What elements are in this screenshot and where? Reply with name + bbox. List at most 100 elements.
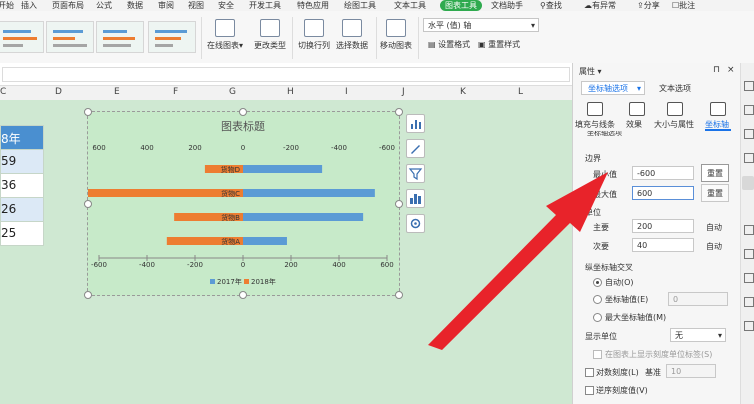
properties-tool-active[interactable]	[742, 176, 754, 190]
minor-auto[interactable]: 自动	[706, 241, 722, 252]
radio-axis-value[interactable]	[593, 295, 602, 304]
menu-data[interactable]: 数据	[127, 0, 143, 11]
reverse-label[interactable]: 逆序刻度值(V)	[596, 385, 648, 396]
chart-filter-tool[interactable]	[406, 164, 425, 183]
column-header-j[interactable]: J	[402, 87, 405, 97]
menu-search[interactable]: ⚲查找	[540, 0, 562, 11]
show-unit-label-text[interactable]: 在图表上显示刻度单位标签(S)	[605, 349, 712, 360]
menu-page-layout[interactable]: 页面布局	[52, 0, 84, 11]
menu-chart-tools[interactable]: 图表工具	[440, 0, 482, 11]
column-header-f[interactable]: F	[173, 87, 178, 97]
cell-c-row1[interactable]: 59	[0, 149, 44, 174]
menu-insert[interactable]: 插入	[21, 0, 37, 11]
help-tool-icon[interactable]	[744, 273, 754, 283]
log-scale-checkbox[interactable]	[585, 368, 594, 377]
display-unit-select[interactable]: 无 ▾	[670, 328, 726, 342]
radio-max-axis[interactable]	[593, 313, 602, 322]
resize-handle-br[interactable]	[395, 291, 403, 299]
chart-style-3[interactable]	[96, 21, 144, 53]
major-auto[interactable]: 自动	[706, 222, 722, 233]
menu-view[interactable]: 视图	[188, 0, 204, 11]
menu-features[interactable]: 特色应用	[297, 0, 329, 11]
column-header-h[interactable]: H	[287, 87, 294, 97]
menu-text-tools[interactable]: 文本工具	[394, 0, 426, 11]
show-unit-label-checkbox[interactable]	[593, 350, 602, 359]
axis-icon[interactable]	[710, 102, 726, 116]
min-input[interactable]: -600	[632, 166, 694, 180]
menu-exception[interactable]: ☁有异常	[584, 0, 616, 11]
switch-rowcol-button[interactable]: 切换行列	[298, 19, 330, 51]
chart-settings-tool[interactable]	[406, 214, 425, 233]
chart-style-tool[interactable]	[406, 139, 425, 158]
column-header-k[interactable]: K	[460, 87, 466, 97]
max-reset-button[interactable]: 重置	[701, 184, 729, 202]
effects-icon[interactable]	[629, 102, 645, 116]
image-tool-icon[interactable]	[744, 129, 754, 139]
menu-home[interactable]: 开始	[0, 0, 14, 11]
reverse-checkbox[interactable]	[585, 386, 594, 395]
resize-handle-tl[interactable]	[84, 108, 92, 116]
radio-axis-value-label[interactable]: 坐标轴值(E)	[605, 294, 648, 305]
cell-c-row3[interactable]: 26	[0, 197, 44, 222]
fill-line-icon[interactable]	[587, 102, 603, 116]
chart-elements-tool[interactable]	[406, 114, 425, 133]
menu-security[interactable]: 安全	[218, 0, 234, 11]
cell-c-header[interactable]: 8年	[0, 125, 44, 150]
major-input[interactable]: 200	[632, 219, 694, 233]
chart-style-1[interactable]	[0, 21, 44, 53]
menu-review[interactable]: 审阅	[158, 0, 174, 11]
move-chart-button[interactable]: 移动图表	[380, 19, 412, 51]
select-data-button[interactable]: 选择数据	[336, 19, 368, 51]
pin-icon[interactable]: ⊓	[713, 65, 720, 75]
tab-axis-options[interactable]: 坐标轴选项 ▾	[581, 81, 645, 95]
size-properties-icon[interactable]	[667, 102, 683, 116]
log-scale-label[interactable]: 对数刻度(L)	[596, 367, 639, 378]
resize-handle-bl[interactable]	[84, 291, 92, 299]
base-input[interactable]: 10	[666, 364, 716, 378]
change-type-button[interactable]: 更改类型	[254, 19, 286, 51]
cell-c-row4[interactable]: 25	[0, 221, 44, 246]
chart-quick-layout-tool[interactable]	[406, 189, 425, 208]
cursor-tool-icon[interactable]	[744, 81, 754, 91]
formula-input[interactable]	[2, 67, 570, 82]
more-tool-icon[interactable]	[744, 321, 754, 331]
shape-tool-icon[interactable]	[744, 105, 754, 115]
set-format-button[interactable]: ▤ 设置格式	[428, 39, 470, 50]
max-input[interactable]: 600	[632, 186, 694, 200]
settings-tool-icon[interactable]	[744, 249, 754, 259]
reset-style-button[interactable]: ▣ 重置样式	[478, 39, 520, 50]
resize-handle-r[interactable]	[395, 200, 403, 208]
resize-handle-tr[interactable]	[395, 108, 403, 116]
menu-doc-assistant[interactable]: 文档助手	[491, 0, 523, 11]
axis-value-input[interactable]: 0	[668, 292, 728, 306]
radio-auto[interactable]	[593, 278, 602, 287]
minor-input[interactable]: 40	[632, 238, 694, 252]
menu-comment[interactable]: ☐批注	[672, 0, 695, 11]
column-header-i[interactable]: I	[345, 87, 348, 97]
column-header-g[interactable]: G	[229, 87, 236, 97]
tab-text-options[interactable]: 文本选项	[659, 83, 691, 94]
radio-auto-label[interactable]: 自动(O)	[605, 277, 634, 288]
share-tool-icon[interactable]	[744, 297, 754, 307]
resize-handle-l[interactable]	[84, 200, 92, 208]
close-icon[interactable]: ×	[727, 65, 735, 75]
cell-c-row2[interactable]: 36	[0, 173, 44, 198]
subtab-fill-line[interactable]: 填充与线条	[575, 119, 615, 130]
resize-handle-b[interactable]	[239, 291, 247, 299]
chart-element-select[interactable]: 水平 (值) 轴 ▾	[423, 18, 539, 32]
chart-area[interactable]: 图表标题 600 400 200 0 -200 -400 -600 货物D 货物C 货物B 货物A -6…	[84, 108, 403, 299]
min-reset-button[interactable]: 重置	[701, 164, 729, 182]
chart-style-2[interactable]	[46, 21, 94, 53]
menu-formula[interactable]: 公式	[96, 0, 112, 11]
subtab-size-properties[interactable]: 大小与属性	[654, 119, 694, 130]
column-header-l[interactable]: L	[518, 87, 523, 97]
column-header-e[interactable]: E	[114, 87, 120, 97]
resize-handle-t[interactable]	[239, 108, 247, 116]
radio-max-axis-label[interactable]: 最大坐标轴值(M)	[605, 312, 666, 323]
column-header-c[interactable]: C	[0, 87, 6, 97]
column-header-d[interactable]: D	[55, 87, 62, 97]
menu-drawing-tools[interactable]: 绘图工具	[344, 0, 376, 11]
menu-developer[interactable]: 开发工具	[249, 0, 281, 11]
backup-tool-icon[interactable]	[744, 225, 754, 235]
subtab-effects[interactable]: 效果	[626, 119, 642, 130]
